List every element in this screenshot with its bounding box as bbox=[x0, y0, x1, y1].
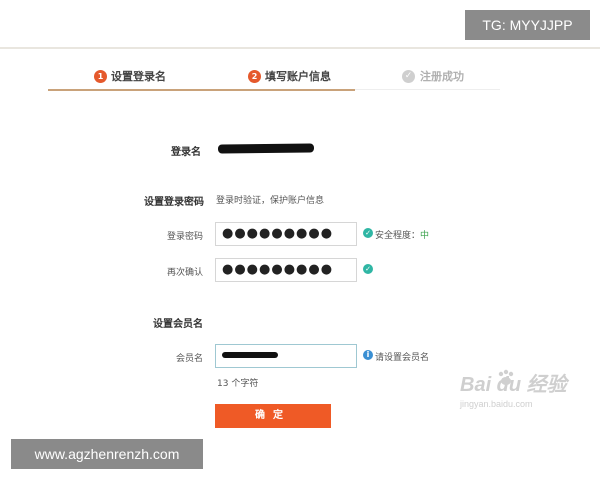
step-number-2: 2 bbox=[248, 69, 261, 83]
password-input[interactable]: ●●●●●●●●● bbox=[215, 222, 357, 246]
password-section-hint: 登录时验证，保护账户信息 bbox=[216, 196, 325, 206]
redacted-login-name bbox=[217, 143, 315, 154]
member-name-input[interactable] bbox=[215, 344, 357, 368]
confirm-password-label: 再次确认 bbox=[166, 268, 203, 278]
redacted-member-name bbox=[222, 352, 278, 358]
steps-progress-underline bbox=[48, 89, 355, 91]
step-label-2: 填写账户信息 bbox=[265, 70, 331, 83]
password-label: 登录密码 bbox=[166, 232, 203, 242]
url-watermark: www.agzhenrenzh.com bbox=[11, 439, 203, 469]
step-set-login-name: 1 设置登录名 bbox=[94, 62, 166, 90]
step-register-success: ✓ 注册成功 bbox=[402, 62, 464, 90]
top-divider bbox=[0, 47, 600, 49]
steps-underline-rest bbox=[355, 89, 500, 90]
login-name-label: 登录名 bbox=[171, 147, 201, 158]
confirm-button[interactable]: 确定 bbox=[215, 404, 331, 428]
password-section-title: 设置登录密码 bbox=[144, 197, 204, 208]
member-name-label: 会员名 bbox=[175, 354, 203, 364]
check-circle-icon: ✓ bbox=[363, 264, 373, 274]
paw-icon bbox=[498, 369, 514, 385]
password-strength: 安全程度：中 bbox=[375, 228, 429, 241]
check-circle-icon: ✓ bbox=[363, 228, 373, 238]
baidu-watermark-subtext: jingyan.baidu.com bbox=[460, 399, 533, 409]
baidu-jingyan-watermark: Bai du 经验 jingyan.baidu.com bbox=[460, 368, 578, 409]
baidu-watermark-text: Bai du 经验 bbox=[460, 374, 567, 396]
strength-value: 中 bbox=[420, 231, 430, 241]
strength-label: 安全程度： bbox=[375, 231, 421, 241]
registration-steps: 1 设置登录名 2 填写账户信息 ✓ 注册成功 bbox=[48, 62, 500, 92]
step-label-1: 设置登录名 bbox=[111, 70, 166, 83]
member-section-title: 设置会员名 bbox=[153, 319, 203, 330]
check-icon: ✓ bbox=[402, 69, 415, 83]
info-icon: i bbox=[363, 350, 373, 360]
tg-watermark: TG: MYYJJPP bbox=[465, 10, 590, 40]
confirm-password-input[interactable]: ●●●●●●●●● bbox=[215, 258, 357, 282]
member-name-hint: 请设置会员名 bbox=[375, 353, 430, 363]
step-number-1: 1 bbox=[94, 69, 107, 83]
step-fill-account-info: 2 填写账户信息 bbox=[248, 62, 331, 90]
character-count: 13 个字符 bbox=[217, 379, 259, 389]
step-label-3: 注册成功 bbox=[420, 70, 464, 83]
